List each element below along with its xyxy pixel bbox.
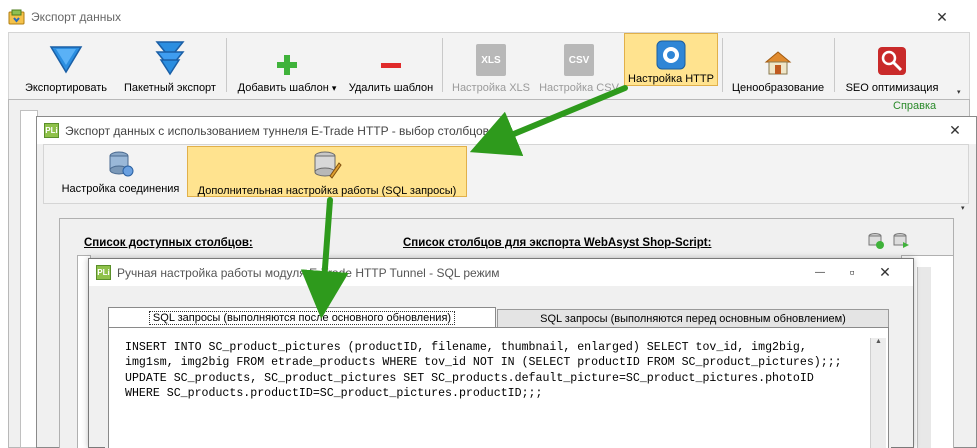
export-label: Экспортировать [24, 82, 108, 94]
toolbar-separator [722, 38, 723, 92]
tab-before-update-label: SQL запросы (выполняются перед основным … [540, 313, 846, 325]
sql-editor[interactable]: INSERT INTO SC_product_pictures (product… [108, 327, 889, 448]
toolbar-scroll-arrow[interactable]: ▾ [957, 88, 967, 98]
batch-export-label: Пакетный экспорт [124, 82, 216, 94]
remove-column-icon[interactable] [892, 232, 910, 253]
app-icon [8, 9, 25, 26]
main-titlebar: Экспорт данных ✕ [0, 0, 977, 34]
minimize-button[interactable]: — [807, 262, 833, 282]
add-template-label: Добавить шаблон [237, 82, 329, 94]
sql-close-button[interactable]: ✕ [872, 262, 898, 282]
pricing-icon [764, 36, 792, 76]
sql-window-title: Ручная настройка работы модуля E-Trade H… [117, 265, 500, 280]
delete-template-label: Удалить шаблон [348, 82, 434, 94]
sql-titlebar: PLi Ручная настройка работы модуля E-Tra… [89, 259, 913, 286]
seo-button[interactable]: SEO оптимизация [840, 36, 944, 94]
connection-settings-label: Настройка соединения [61, 183, 180, 195]
export-button[interactable]: Экспортировать [19, 36, 113, 94]
connection-settings-icon [106, 149, 136, 179]
toolbar-separator [834, 38, 835, 92]
maximize-button[interactable]: ▫ [839, 262, 865, 282]
csv-file-icon: CSV [564, 44, 594, 76]
sql-line: WHERE SC_products.productID=SC_product_p… [125, 386, 543, 400]
editor-scrollbar[interactable]: ▲ [870, 338, 886, 448]
connection-settings-button[interactable]: Настройка соединения [57, 149, 184, 195]
http-settings-icon [656, 37, 686, 70]
seo-icon [877, 36, 907, 76]
funnel-export-icon [49, 36, 83, 76]
available-columns-label: Список доступных столбцов: [84, 237, 253, 249]
sql-settings-label: Дополнительная настройка работы (SQL зап… [197, 185, 457, 197]
xls-settings-label: Настройка XLS [452, 82, 530, 94]
pli-app-icon: PLi [96, 265, 111, 280]
database-edit-icon [312, 150, 342, 180]
sql-line: img1sm, img2big FROM etrade_products WHE… [125, 356, 842, 370]
tab-after-update-label: SQL запросы (выполняются после основного… [148, 310, 456, 325]
help-link[interactable]: Справка [893, 100, 936, 112]
add-column-icon[interactable] [867, 232, 885, 253]
tunnel-close-button[interactable]: ✕ [942, 120, 968, 140]
csv-settings-button[interactable]: CSV Настройка CSV [536, 36, 622, 94]
pricing-label: Ценообразование [731, 82, 825, 94]
main-close-button[interactable]: ✕ [929, 7, 955, 27]
toolbar-separator [442, 38, 443, 92]
sql-window: PLi Ручная настройка работы модуля E-Tra… [88, 258, 914, 448]
tunnel-window-title: Экспорт данных с использованием туннеля … [65, 123, 490, 138]
http-settings-label: Настройка HTTP [628, 73, 714, 85]
seo-label: SEO оптимизация [845, 82, 939, 94]
tab-before-update[interactable]: SQL запросы (выполняются перед основным … [497, 309, 889, 329]
minus-icon [380, 36, 402, 76]
xls-file-icon: XLS [476, 44, 506, 76]
export-columns-label: Список столбцов для экспорта WebAsyst Sh… [403, 237, 712, 249]
tab-after-update[interactable]: SQL запросы (выполняются после основного… [108, 307, 496, 327]
batch-export-icon [153, 36, 187, 76]
scroll-up-icon[interactable]: ▲ [871, 338, 886, 345]
main-window-title: Экспорт данных [31, 10, 121, 24]
delete-template-button[interactable]: Удалить шаблон [345, 36, 437, 94]
sql-settings-button[interactable]: Дополнительная настройка работы (SQL зап… [187, 146, 467, 197]
tunnel-titlebar: PLi Экспорт данных с использованием тунн… [37, 117, 976, 144]
sql-line: UPDATE SC_products, SC_product_pictures … [125, 371, 814, 385]
chevron-down-icon[interactable]: ▾ [332, 83, 337, 93]
list-scrollbar[interactable] [917, 267, 931, 448]
pli-app-icon: PLi [44, 123, 59, 138]
plus-icon [276, 36, 298, 76]
http-settings-button[interactable]: Настройка HTTP [624, 33, 718, 86]
batch-export-button[interactable]: Пакетный экспорт [118, 36, 222, 94]
tunnel-scroll-arrow[interactable]: ▾ [961, 204, 965, 212]
sql-line: INSERT INTO SC_product_pictures (product… [125, 341, 807, 354]
toolbar-separator [226, 38, 227, 92]
csv-settings-label: Настройка CSV [539, 82, 619, 94]
add-template-button[interactable]: Добавить шаблон ▾ [233, 36, 341, 94]
xls-settings-button[interactable]: XLS Настройка XLS [449, 36, 533, 94]
pricing-button[interactable]: Ценообразование [726, 36, 830, 94]
